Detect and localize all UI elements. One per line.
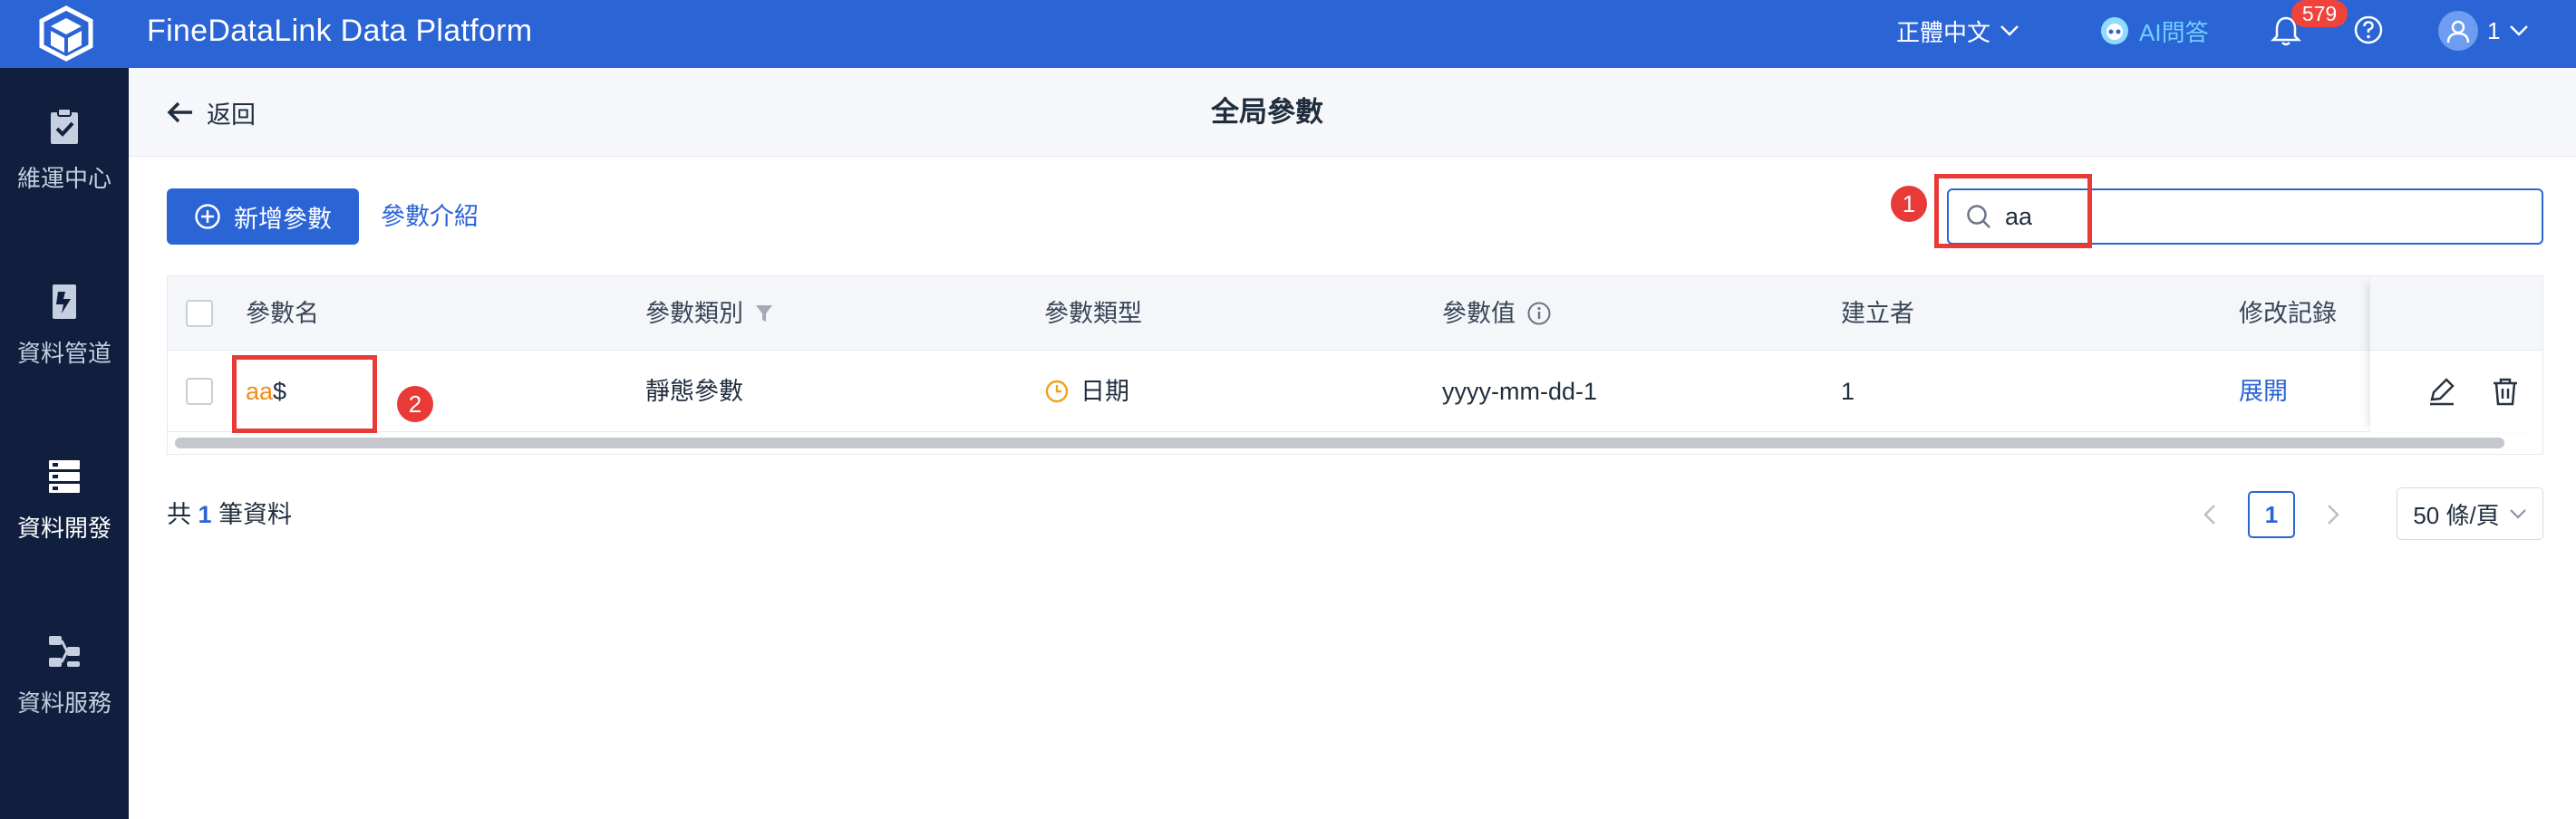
column-header-history: 修改記錄 <box>2239 300 2337 327</box>
delete-icon[interactable] <box>2490 376 2521 407</box>
page-title: 全局參數 <box>1211 96 1323 128</box>
back-label: 返回 <box>207 101 256 129</box>
ai-qa-label: AI問答 <box>2139 18 2209 46</box>
page-header: 返回 全局參數 <box>129 68 2576 157</box>
pipeline-icon <box>53 284 76 319</box>
total-count: 共 1 筆資料 <box>167 501 293 528</box>
expand-history-link[interactable]: 展開 <box>2239 351 2288 432</box>
column-header-type: 參數類型 <box>1044 300 1142 327</box>
chevron-left-icon <box>2203 505 2215 525</box>
user-name: 1 <box>2487 16 2501 44</box>
arrow-left-icon <box>167 101 192 123</box>
sidebar: 維運中心 資料管道 資料開發 資料服務 <box>0 68 129 819</box>
top-bar: FineDataLink Data Platform 正體中文 AI問答 579… <box>0 0 2576 68</box>
user-icon <box>2446 20 2470 43</box>
chevron-down-icon <box>2000 25 2019 36</box>
select-all-checkbox[interactable] <box>186 276 213 351</box>
horizontal-scrollbar[interactable] <box>175 438 2504 448</box>
page-size-select[interactable]: 50 條/頁 <box>2397 487 2543 540</box>
page-number-current[interactable]: 1 <box>2248 491 2295 538</box>
annotation-box-name <box>232 355 377 433</box>
add-parameter-label: 新增參數 <box>234 205 332 233</box>
scrollbar-thumb[interactable] <box>175 438 2504 448</box>
table-header: 參數名 參數類別 參數類型 參數值 建立者 修改記錄 <box>168 276 2542 351</box>
row-checkbox[interactable] <box>186 351 213 432</box>
parameter-intro-link[interactable]: 參數介紹 <box>381 188 479 245</box>
finedatalink-logo-icon <box>39 5 93 62</box>
chevron-down-icon <box>2509 509 2526 519</box>
column-header-name: 參數名 <box>246 300 319 327</box>
total-number: 1 <box>198 501 212 528</box>
column-header-creator: 建立者 <box>1841 300 1914 327</box>
pagination: 1 <box>2184 489 2358 540</box>
sidebar-item-data-pipeline[interactable]: 資料管道 <box>0 256 129 392</box>
back-button[interactable]: 返回 <box>167 68 256 157</box>
column-header-category: 參數類別 <box>645 276 774 351</box>
actions-header <box>2370 276 2542 351</box>
data-service-icon <box>49 635 80 667</box>
sidebar-item-ops-center[interactable]: 維運中心 <box>0 82 129 217</box>
annotation-marker-1: 1 <box>1891 186 1927 222</box>
parameter-table: 參數名 參數類別 參數類型 參數值 建立者 修改記錄 aa$ 靜態參數 日期 y… <box>167 275 2543 455</box>
page-size-label: 50 條/頁 <box>2413 501 2500 529</box>
language-selector[interactable]: 正體中文 <box>1896 0 2019 62</box>
chevron-down-icon <box>2510 25 2529 36</box>
ops-clipboard-icon <box>51 107 78 144</box>
notification-badge: 579 <box>2291 0 2348 27</box>
prev-page-button[interactable] <box>2184 489 2235 540</box>
sidebar-item-label: 資料開發 <box>16 514 111 542</box>
annotation-box-search <box>1934 174 2092 248</box>
clock-icon <box>1045 380 1069 403</box>
language-label: 正體中文 <box>1896 18 1991 46</box>
next-page-button[interactable] <box>2308 489 2358 540</box>
chevron-right-icon <box>2328 505 2339 525</box>
add-parameter-button[interactable]: 新增參數 <box>167 188 359 245</box>
parameter-type-cell: 日期 <box>1044 351 1129 432</box>
help-icon[interactable] <box>2353 14 2384 45</box>
ai-qa-button[interactable]: AI問答 <box>2099 0 2209 62</box>
sidebar-item-data-development[interactable]: 資料開發 <box>0 431 129 567</box>
column-header-value: 參數值 <box>1442 276 1552 351</box>
info-icon[interactable] <box>1526 301 1552 326</box>
app-title: FineDataLink Data Platform <box>147 14 533 48</box>
plus-circle-icon <box>195 204 220 229</box>
annotation-marker-2: 2 <box>397 386 433 422</box>
creator-cell: 1 <box>1841 378 1855 405</box>
parameter-value-cell: yyyy-mm-dd-1 <box>1442 378 1598 405</box>
avatar <box>2438 11 2478 51</box>
sidebar-item-data-service[interactable]: 資料服務 <box>0 606 129 742</box>
user-menu[interactable]: 1 <box>2438 9 2529 53</box>
sidebar-item-label: 資料管道 <box>16 339 111 367</box>
parameter-category-cell: 靜態參數 <box>645 378 743 405</box>
sidebar-item-label: 資料服務 <box>16 689 111 717</box>
edit-icon[interactable] <box>2426 376 2457 407</box>
sidebar-item-label: 維運中心 <box>16 164 111 192</box>
data-dev-icon <box>49 459 80 493</box>
table-row: aa$ 靜態參數 日期 yyyy-mm-dd-1 1 展開 <box>168 351 2542 432</box>
filter-icon[interactable] <box>754 303 774 324</box>
ai-bot-icon <box>2101 17 2128 44</box>
actions-column <box>2370 276 2542 432</box>
